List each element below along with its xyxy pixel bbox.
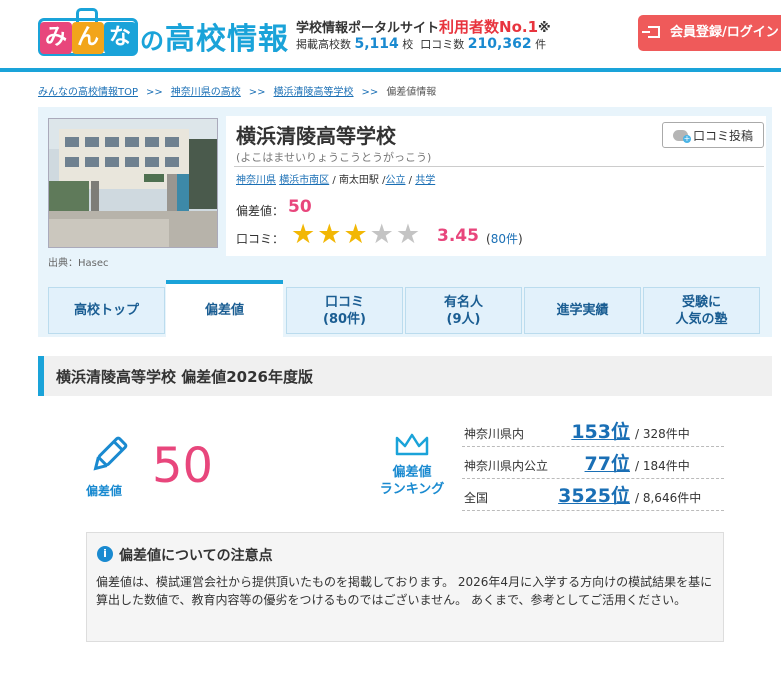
stat2-label: 口コミ数 [420,38,465,51]
site-stats: 掲載高校数 5,114 校 口コミ数 210,362 件 [296,36,546,52]
breadcrumb-top[interactable]: みんなの高校情報TOP [38,87,138,98]
ranking-region: 全国 [464,491,489,505]
tab-kuchikomi[interactable]: 口コミ (80件) [286,287,403,334]
ranking-value-link[interactable]: 153位 [571,417,630,444]
stat2-unit: 件 [535,38,547,51]
register-label: 会員登録/ログイン [670,25,779,40]
tab-hensachi[interactable]: 偏差値 [166,280,283,337]
crown-icon [395,433,429,456]
school-location: 神奈川県 横浜市南区 / 南太田駅 /公立 / 共学 [236,175,436,186]
header-divider [0,68,781,72]
school-building-image [49,119,217,247]
stat1-value: 5,114 [354,36,399,52]
station: 南太田駅 [338,175,379,186]
ranking-label-2: ランキング [379,482,445,497]
ranking-total: / 184件中 [635,459,690,473]
pref-link[interactable]: 神奈川県 [236,175,276,186]
ranking-row: 全国 3525位 / 8,646件中 [462,479,724,511]
photo-credit: 出典：Hasec [48,254,109,269]
site-header: み ん な の高校情報 学校情報ポータルサイト利用者数No.1※ 掲載高校数 5… [0,0,781,72]
gender-link[interactable]: 共学 [415,175,435,186]
review-count: (80件) [486,232,523,246]
tagline-suffix: ※ [538,21,551,36]
info-icon: i [97,546,113,562]
hensachi-value: 50 [288,197,312,217]
stat1-unit: 校 [402,38,414,51]
breadcrumb-school[interactable]: 横浜清陵高等学校 [274,87,354,98]
rating-score: 3.45 [437,226,479,246]
logo-no: の [140,27,165,55]
logo-char-mi: み [40,22,72,54]
tab-results[interactable]: 進学実績 [524,287,641,334]
ranking-row: 神奈川県内 153位 / 328件中 [462,415,724,447]
notice-body: 偏差値は、模試運営会社から提供頂いたものを掲載しております。 2026年4月に入… [96,575,713,607]
tab-famous[interactable]: 有名人 (9人) [405,287,522,334]
notice-title: 偏差値についての注意点 [119,548,273,564]
logo-char-na: な [104,22,136,54]
plus-icon: + [683,134,691,143]
star-icon: ★ [343,219,370,250]
tab-label: 高校トップ [73,303,139,318]
tab-label: 口コミ (80件) [323,294,366,327]
logo-char-n: ん [72,22,104,54]
post-review-label: 口コミ投稿 [693,129,754,143]
ranking-label: 偏差値 ランキング [372,464,452,498]
star-icon: ★ [291,219,318,250]
rating-stars: ★★★★★ [291,221,422,249]
star-icon: ★ [317,219,344,250]
breadcrumb-sep: >> [361,87,379,98]
breadcrumb-current: 偏差値情報 [386,87,437,98]
review-count-link[interactable]: 80件 [491,232,518,246]
tagline-prefix: 学校情報ポータルサイト [296,21,440,36]
pencil-icon [93,436,128,471]
ranking-label-1: 偏差値 [392,465,432,480]
breadcrumb: みんなの高校情報TOP >> 神奈川県の高校 >> 横浜清陵高等学校 >> 偏差値情報 [38,83,436,98]
login-icon [642,26,660,38]
ranking-total: / 328件中 [635,427,690,441]
ranking-total: / 8,646件中 [635,491,702,505]
breadcrumb-pref[interactable]: 神奈川県の高校 [171,87,241,98]
school-name: 横浜清陵高等学校 [236,124,396,148]
tab-label: 有名人 (9人) [443,294,483,327]
breadcrumb-sep: >> [146,87,163,98]
ranking-value-link[interactable]: 77位 [585,449,630,476]
tab-juku[interactable]: 受験に 人気の塾 [643,287,760,334]
ranking-region: 神奈川県内公立 [464,459,549,473]
ranking-region: 神奈川県内 [464,427,525,441]
ranking-value-link[interactable]: 3525位 [558,481,630,508]
ranking-row: 神奈川県内公立 77位 / 184件中 [462,447,724,479]
star-icon: ★ [369,219,396,250]
tab-label: 進学実績 [556,303,609,318]
tab-top[interactable]: 高校トップ [48,287,165,334]
star-icon: ★ [395,219,423,250]
logo-text: の高校情報 [140,14,289,58]
school-kana: (よこはませいりょうこうとうがっこう) [236,151,432,164]
hensachi-label: 偏差値： [236,204,285,218]
credit-link[interactable]: Hasec [78,258,109,269]
credit-label: 出典： [48,258,78,269]
score-label: 偏差値 [86,484,123,498]
logo-rest: 高校情報 [165,22,289,57]
school-photo[interactable] [48,118,218,248]
tab-label: 受験に 人気の塾 [675,294,728,327]
city-link[interactable]: 横浜市南区 [279,175,329,186]
stat2-value: 210,362 [467,36,532,52]
tagline-highlight: 利用者数No.1 [439,18,539,36]
score-value: 50 [152,438,214,494]
info-divider [234,166,764,167]
tagline: 学校情報ポータルサイト利用者数No.1※ [296,16,551,37]
register-login-button[interactable]: 会員登録/ログイン [638,15,781,51]
type-link[interactable]: 公立 [385,175,405,186]
kuchikomi-label: 口コミ： [236,232,285,246]
tab-label: 偏差値 [204,303,244,318]
breadcrumb-sep: >> [248,87,266,98]
stat1-label: 掲載高校数 [296,38,351,51]
post-review-button[interactable]: + 口コミ投稿 [662,122,764,148]
section-title: 横浜清陵高等学校 偏差値2026年度版 [56,368,313,386]
